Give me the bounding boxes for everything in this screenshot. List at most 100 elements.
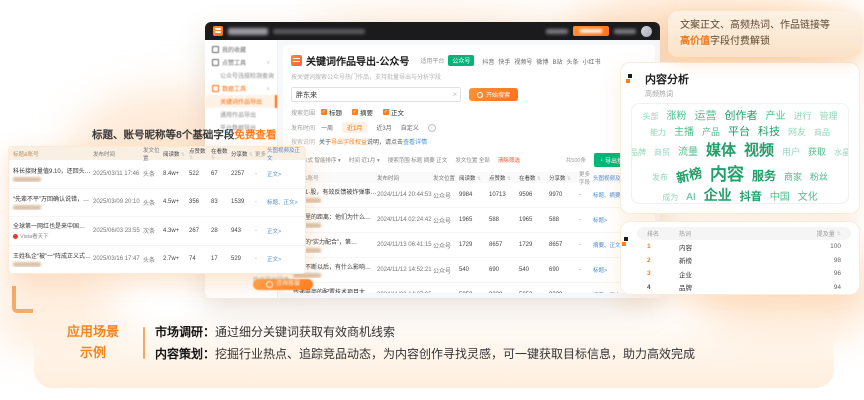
analysis-subtitle: 高频热词 bbox=[645, 89, 849, 99]
sidebar-item-通用作品导出[interactable]: 通用作品导出 bbox=[205, 108, 277, 121]
word-cloud-row: 成为AI企业抖音中国文化 bbox=[636, 185, 844, 204]
sidebar-item-关键词作品导出[interactable]: 关键词作品导出 bbox=[205, 95, 277, 108]
cell-more: - bbox=[579, 267, 593, 273]
sidebar-item-我的收藏[interactable]: 我的收藏 bbox=[205, 43, 277, 56]
platform-tab-active[interactable]: 公众号 bbox=[448, 55, 474, 66]
download-icon: ↓ bbox=[600, 157, 603, 163]
table-row: 科长接财量值9.10，还回头…2025/03/11 17:46头条8.4w+52… bbox=[9, 160, 305, 189]
header-link-blurred[interactable] bbox=[614, 29, 636, 34]
cell-more: - bbox=[579, 292, 593, 293]
analysis-title: 内容分析 bbox=[645, 71, 849, 87]
ranking-header: 排名 热词 提及量⇅ bbox=[637, 227, 851, 240]
chevron-icon: ∧ bbox=[266, 86, 270, 92]
scope-checkbox-标题[interactable]: ✓标题 bbox=[321, 107, 342, 117]
ranking-row: 2新榜98 bbox=[637, 254, 851, 268]
platform-tab-微博[interactable]: 微博 bbox=[536, 60, 548, 66]
scope-checkbox-摘要[interactable]: ✓摘要 bbox=[352, 107, 373, 117]
cloud-word: 涨粉 bbox=[666, 107, 686, 122]
cell-position: 公众号 bbox=[433, 241, 459, 250]
cell-metric: 1965 bbox=[519, 217, 549, 223]
sort-icon[interactable]: ⇅ bbox=[248, 152, 254, 158]
sort-icon[interactable]: ⇅ bbox=[211, 155, 215, 161]
content-links[interactable]: 标题、正文> bbox=[267, 198, 305, 206]
cell-position: 公众号 bbox=[433, 216, 459, 225]
mention-count: 100 bbox=[830, 243, 841, 250]
word-cloud-row: 品牌商贸流量媒体视频用户获取水晶 bbox=[636, 139, 844, 160]
filter-chip[interactable]: 时间 近1月 ▾ bbox=[349, 156, 380, 164]
detail-link[interactable]: 查看详情 bbox=[403, 140, 427, 146]
sort-icon[interactable]: ⇅ bbox=[566, 176, 572, 182]
customer-service-button[interactable]: 咨询客服 bbox=[253, 279, 313, 290]
cloud-word: 商贸 bbox=[654, 147, 670, 158]
work-title: 全球第一网红也是来中国… bbox=[13, 221, 93, 230]
ranking-row: 4品牌94 bbox=[637, 281, 851, 295]
cell-metric: 83 bbox=[211, 199, 231, 205]
cell-publish-time: 2024/11/13 06:41:15 bbox=[377, 242, 433, 248]
platform-tab-头条[interactable]: 头条 bbox=[566, 60, 578, 66]
platform-tab-B站[interactable]: B站 bbox=[552, 60, 562, 66]
cell-metric: 1729 bbox=[459, 242, 489, 248]
content-card: 关键词作品导出-公众号 适用平台 公众号 抖音快手视频号微博B站头条小红书 按关… bbox=[283, 45, 655, 293]
sort-icon[interactable]: ⇅ bbox=[476, 176, 482, 182]
cell-position: 头条 bbox=[143, 169, 163, 178]
sidebar-item-label: 点赞工具 bbox=[222, 58, 246, 67]
clear-input-icon[interactable]: × bbox=[449, 90, 461, 99]
mention-count: 96 bbox=[834, 270, 841, 277]
table-row: 王姓私企“被”一“阵成正义式…2025/03/16 17:47头条2.7w+74… bbox=[9, 246, 305, 275]
sort-icon[interactable]: ⇅ bbox=[506, 176, 512, 182]
sidebar-item-数据工具[interactable]: 数据工具∧ bbox=[205, 82, 277, 95]
cell-metric: 8.4w+ bbox=[163, 171, 189, 177]
cell-metric: 1729 bbox=[519, 242, 549, 248]
word-cloud-row: 头部涨粉运营创作者产业进行管理 bbox=[636, 107, 844, 123]
time-option-近3月[interactable]: 近3月 bbox=[376, 123, 391, 132]
time-option-一周[interactable]: 一周 bbox=[321, 123, 333, 132]
platform-tab-抖音[interactable]: 抖音 bbox=[482, 60, 494, 66]
filter-chip[interactable]: 搜索范围 标题 摘要 正文 bbox=[388, 156, 448, 164]
cloud-word: 商品 bbox=[814, 127, 830, 138]
cell-publish-time: 2025/03/16 17:47 bbox=[93, 256, 143, 262]
cell-metric: 529 bbox=[231, 256, 255, 262]
platform-tab-小红书[interactable]: 小红书 bbox=[582, 60, 600, 66]
cell-metric: 10713 bbox=[489, 192, 519, 198]
cell-more: - bbox=[579, 192, 593, 198]
platform-tab-快手[interactable]: 快手 bbox=[498, 60, 510, 66]
column-header: 发布时间 bbox=[377, 174, 433, 182]
time-option-近1月[interactable]: 近1月 bbox=[342, 122, 367, 133]
cell-more: - bbox=[255, 256, 267, 262]
work-title: 科长接财量值9.10，还回头… bbox=[13, 166, 93, 175]
filter-chip[interactable]: 发文位置 全部 bbox=[455, 156, 490, 164]
clear-filter-link[interactable]: 清除筛选 bbox=[498, 156, 520, 164]
header-link-blurred[interactable] bbox=[546, 29, 568, 34]
cloud-word: 水晶 bbox=[834, 147, 849, 158]
hot-word-ranking-card: 排名 热词 提及量⇅ 1内容1002新榜983企业964品牌94 bbox=[620, 221, 860, 295]
cloud-word: 抖音 bbox=[740, 188, 762, 204]
scope-checkbox-正文[interactable]: ✓正文 bbox=[383, 107, 404, 117]
platform-tab-视频号[interactable]: 视频号 bbox=[514, 60, 532, 66]
scenario-item: 市场调研：通过细分关键词获取有效商机线索 bbox=[155, 321, 695, 343]
platform-label: 适用平台 bbox=[420, 56, 444, 65]
sort-icon[interactable]: ⇅ bbox=[837, 231, 841, 237]
time-option-自定义[interactable]: 自定义 bbox=[401, 123, 419, 132]
search-button[interactable]: 开始搜索 bbox=[469, 88, 518, 101]
scenario-list: 市场调研：通过细分关键词获取有效商机线索 内容策划：挖掘行业热点、追踪竞品动态，… bbox=[155, 321, 695, 365]
rank-number: 1 bbox=[647, 243, 679, 250]
info-icon[interactable]: i bbox=[428, 124, 436, 132]
sidebar-item-点赞工具[interactable]: 点赞工具∨ bbox=[205, 56, 277, 69]
sidebar-item-公众号违规检测查询[interactable]: 公众号违规检测查询 bbox=[205, 69, 277, 82]
main-area: 关键词作品导出-公众号 适用平台 公众号 抖音快手视频号微博B站头条小红书 按关… bbox=[278, 40, 660, 298]
mention-count: 94 bbox=[834, 284, 841, 291]
cell-metric: 4.5w+ bbox=[163, 199, 189, 205]
content-links[interactable]: 正文> bbox=[267, 255, 305, 263]
rights-link[interactable]: 导出字段权益 bbox=[331, 140, 367, 146]
sort-icon[interactable]: ⇅ bbox=[536, 176, 542, 182]
keyword-search-input[interactable] bbox=[291, 87, 461, 102]
cell-position: 公众号 bbox=[433, 291, 459, 294]
user-avatar[interactable] bbox=[641, 26, 652, 37]
sort-icon[interactable]: ⇅ bbox=[180, 152, 186, 158]
header-orange-button-blurred[interactable] bbox=[573, 26, 609, 36]
content-links[interactable]: 正文> bbox=[267, 170, 305, 178]
sort-icon[interactable]: ⇅ bbox=[189, 155, 193, 161]
cloud-word: 主播 bbox=[674, 123, 694, 138]
cell-publish-time: 2024/11/14 02:24:42 bbox=[377, 217, 433, 223]
content-links[interactable]: 正文> bbox=[267, 227, 305, 235]
